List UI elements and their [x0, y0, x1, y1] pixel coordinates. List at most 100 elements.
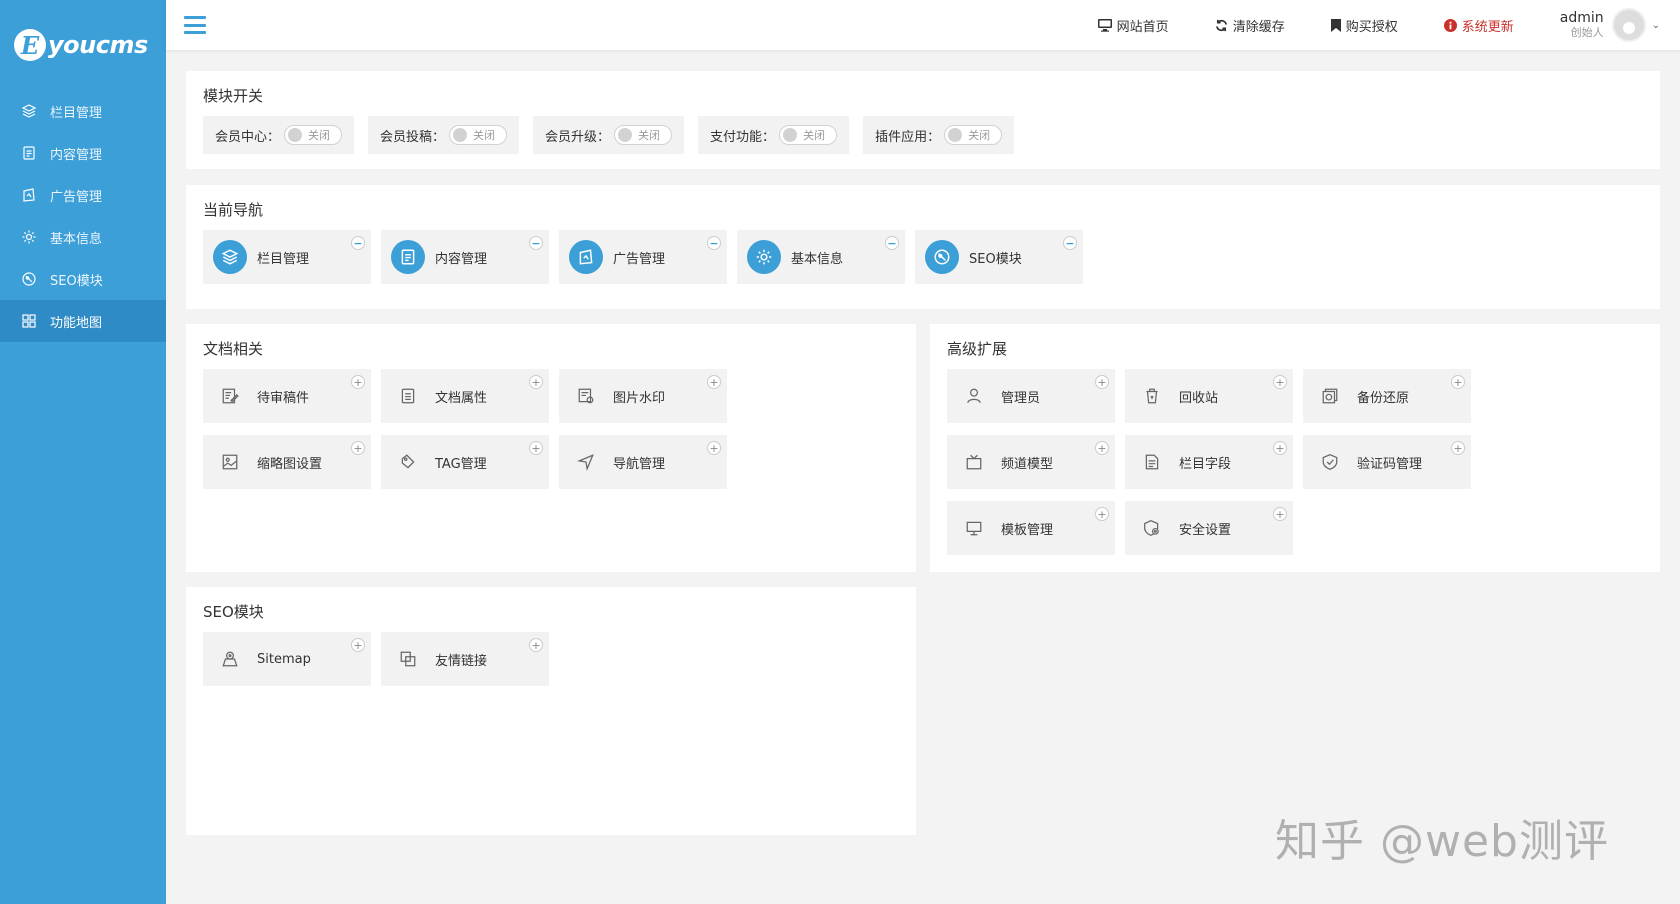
logo[interactable]: E youcms [0, 0, 166, 90]
add-icon[interactable]: + [1451, 375, 1465, 389]
card-template-manage[interactable]: 模板管理 + [947, 501, 1115, 555]
site-home-link[interactable]: 网站首页 [1097, 16, 1169, 35]
buy-license-link[interactable]: 购买授权 [1330, 16, 1398, 35]
nav-card-ad-manage[interactable]: 广告管理 − [559, 230, 727, 284]
avatar[interactable] [1611, 8, 1646, 42]
card-doc-attributes[interactable]: 文档属性 + [381, 369, 549, 423]
trash-icon [1135, 379, 1169, 413]
card-pending-drafts[interactable]: 待审稿件 + [203, 369, 371, 423]
backup-icon [1313, 379, 1347, 413]
card-image-watermark[interactable]: 图片水印 + [559, 369, 727, 423]
sidebar-item-function-map[interactable]: 功能地图 [0, 300, 166, 342]
menu-toggle-icon[interactable] [184, 16, 206, 34]
add-icon[interactable]: + [529, 375, 543, 389]
header-links: 网站首页 清除缓存 购买授权 系统更新 admin 创始人 ⌄ [1097, 8, 1680, 42]
sidebar-item-label: 栏目管理 [50, 105, 103, 121]
link-icon [391, 642, 425, 676]
card-backup-restore[interactable]: 备份还原 + [1303, 369, 1471, 423]
card-label: 管理员 [1001, 390, 1041, 406]
add-icon[interactable]: + [529, 441, 543, 455]
field-icon [1135, 445, 1169, 479]
sidebar-item-ad-manage[interactable]: 广告管理 [0, 174, 166, 216]
member-center-toggle[interactable]: 关闭 [284, 125, 343, 145]
grid-icon [20, 312, 38, 330]
info-icon [1443, 18, 1457, 32]
navigation-icon [569, 445, 603, 479]
card-admin[interactable]: 管理员 + [947, 369, 1115, 423]
card-security-settings[interactable]: 安全设置 + [1125, 501, 1293, 555]
switch-member-upgrade: 会员升级： 关闭 [533, 116, 685, 154]
card-captcha-manage[interactable]: 验证码管理 + [1303, 435, 1471, 489]
add-icon[interactable]: + [1095, 507, 1109, 521]
logo-text: youcms [48, 31, 148, 59]
card-nav-manage[interactable]: 导航管理 + [559, 435, 727, 489]
card-tag-manage[interactable]: TAG管理 + [381, 435, 549, 489]
add-icon[interactable]: + [1095, 441, 1109, 455]
image-icon [213, 445, 247, 479]
seo-module-panel: SEO模块 Sitemap + 友情链接 + [186, 587, 916, 835]
gear-icon [747, 240, 781, 274]
add-icon[interactable]: + [351, 638, 365, 652]
document-icon [391, 240, 425, 274]
seo-module-grid: Sitemap + 友情链接 + [203, 632, 763, 698]
user-info: admin 创始人 [1560, 10, 1604, 40]
system-update-link[interactable]: 系统更新 [1443, 16, 1514, 35]
card-label: 图片水印 [613, 390, 666, 406]
sidebar-item-column-manage[interactable]: 栏目管理 [0, 90, 166, 132]
seo-icon [20, 270, 38, 288]
card-sitemap[interactable]: Sitemap + [203, 632, 371, 686]
sidebar-item-basic-info[interactable]: 基本信息 [0, 216, 166, 258]
card-label: 栏目管理 [257, 251, 310, 267]
card-thumbnail-settings[interactable]: 缩略图设置 + [203, 435, 371, 489]
add-icon[interactable]: + [707, 375, 721, 389]
sidebar-item-content-manage[interactable]: 内容管理 [0, 132, 166, 174]
remove-icon[interactable]: − [529, 236, 543, 250]
card-label: 内容管理 [435, 251, 488, 267]
add-icon[interactable]: + [1095, 375, 1109, 389]
add-icon[interactable]: + [1273, 375, 1287, 389]
bookmark-icon [1330, 18, 1341, 32]
current-nav-title: 当前导航 [203, 201, 264, 219]
nav-card-column-manage[interactable]: 栏目管理 − [203, 230, 371, 284]
remove-icon[interactable]: − [1063, 236, 1077, 250]
remove-icon[interactable]: − [707, 236, 721, 250]
card-label: 安全设置 [1179, 522, 1232, 538]
user-menu[interactable]: admin 创始人 ⌄ [1560, 8, 1660, 42]
add-icon[interactable]: + [1451, 441, 1465, 455]
card-friend-links[interactable]: 友情链接 + [381, 632, 549, 686]
add-icon[interactable]: + [1273, 507, 1287, 521]
switch-label: 插件应用： [875, 129, 941, 145]
payment-toggle[interactable]: 关闭 [779, 125, 838, 145]
list-doc-icon [391, 379, 425, 413]
chevron-down-icon[interactable]: ⌄ [1652, 20, 1660, 31]
user-icon [957, 379, 991, 413]
add-icon[interactable]: + [529, 638, 543, 652]
card-channel-model[interactable]: 频道模型 + [947, 435, 1115, 489]
switch-payment: 支付功能： 关闭 [698, 116, 850, 154]
nav-card-basic-info[interactable]: 基本信息 − [737, 230, 905, 284]
sidebar-item-seo[interactable]: SEO模块 [0, 258, 166, 300]
user-name: admin [1559, 10, 1604, 26]
nav-card-seo[interactable]: SEO模块 − [915, 230, 1083, 284]
card-label: 频道模型 [1001, 456, 1054, 472]
add-icon[interactable]: + [707, 441, 721, 455]
add-icon[interactable]: + [1273, 441, 1287, 455]
card-label: 友情链接 [435, 653, 488, 669]
add-icon[interactable]: + [351, 375, 365, 389]
clear-cache-link[interactable]: 清除缓存 [1215, 16, 1285, 35]
member-upgrade-toggle[interactable]: 关闭 [614, 125, 673, 145]
card-label: Sitemap [257, 651, 311, 667]
sidebar: E youcms 栏目管理 内容管理 广告管理 基本信息 SEO模块 功能地图 [0, 0, 166, 904]
card-column-fields[interactable]: 栏目字段 + [1125, 435, 1293, 489]
switch-label: 会员投稿： [380, 129, 446, 145]
member-submit-toggle[interactable]: 关闭 [449, 125, 508, 145]
card-label: 基本信息 [791, 251, 844, 267]
watermark: 知乎 @web测评 [1275, 816, 1609, 867]
card-recycle-bin[interactable]: 回收站 + [1125, 369, 1293, 423]
nav-card-content-manage[interactable]: 内容管理 − [381, 230, 549, 284]
clear-cache-label: 清除缓存 [1232, 19, 1285, 35]
remove-icon[interactable]: − [885, 236, 899, 250]
add-icon[interactable]: + [351, 441, 365, 455]
remove-icon[interactable]: − [351, 236, 365, 250]
plugin-toggle[interactable]: 关闭 [944, 125, 1003, 145]
